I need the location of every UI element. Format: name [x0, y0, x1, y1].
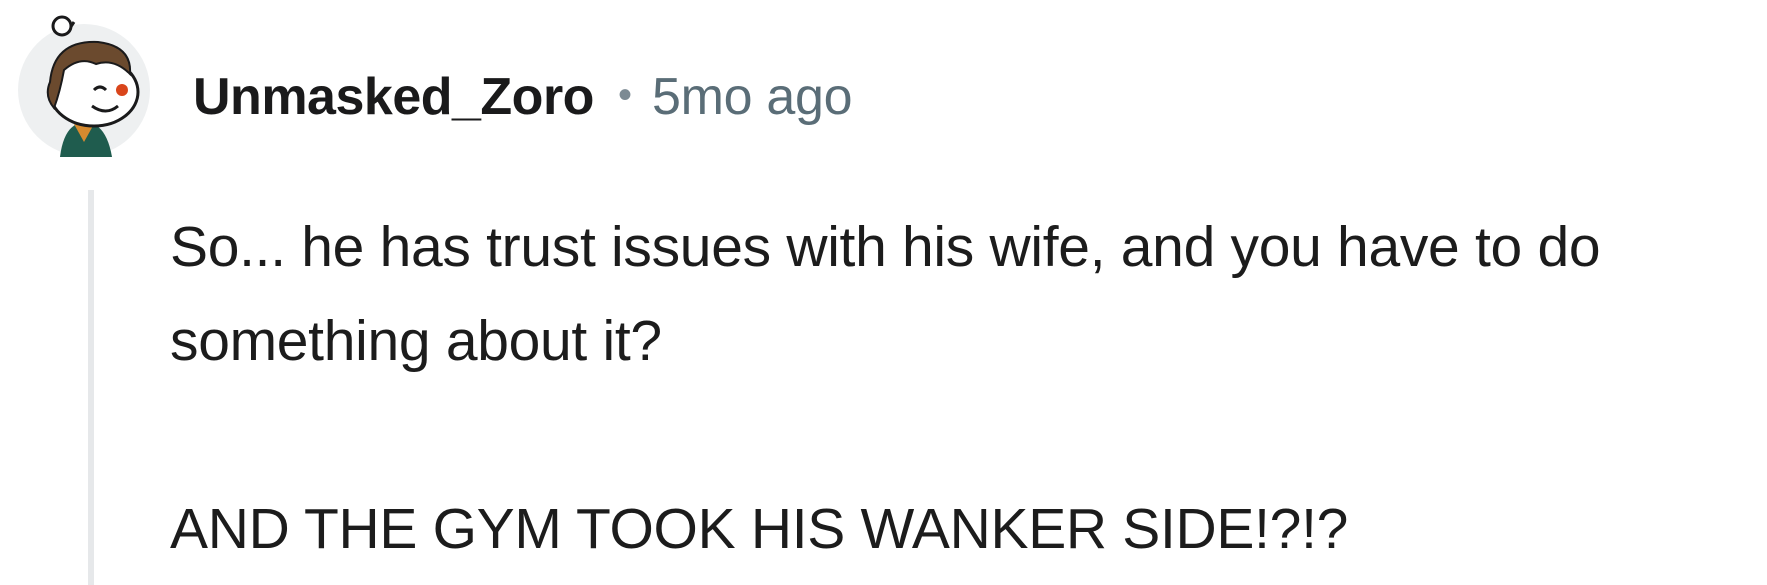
separator-dot: • [617, 72, 632, 117]
username-link[interactable]: Unmasked_Zoro [193, 67, 594, 127]
comment-paragraph: So... he has trust issues with his wife,… [170, 215, 1601, 373]
comment-body: So... he has trust issues with his wife,… [170, 200, 1750, 576]
timestamp[interactable]: 5mo ago [652, 67, 853, 127]
avatar[interactable] [14, 12, 154, 157]
thread-line[interactable] [88, 190, 94, 585]
comment-header: Unmasked_Zoro • 5mo ago [193, 62, 853, 132]
comment: Unmasked_Zoro • 5mo ago So... he has tru… [0, 0, 1767, 585]
snoo-avatar-icon [18, 15, 150, 157]
comment-paragraph: AND THE GYM TOOK HIS WANKER SIDE!?!? [170, 497, 1349, 561]
